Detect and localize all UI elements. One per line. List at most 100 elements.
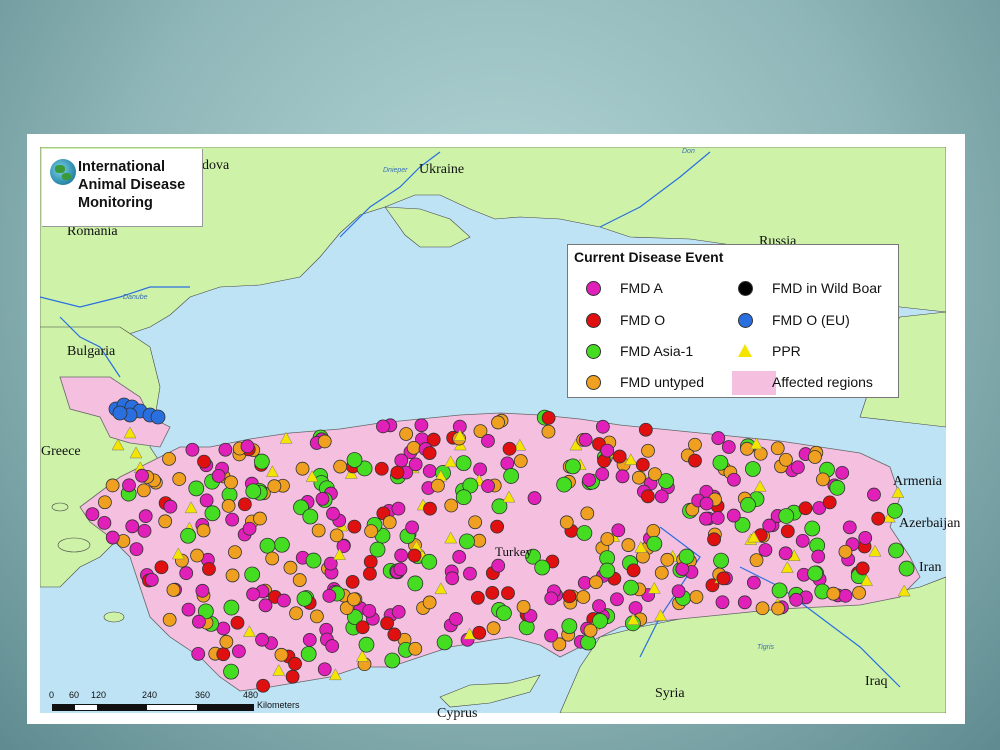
globe-icon bbox=[50, 159, 76, 185]
outbreak-marker bbox=[711, 431, 726, 445]
outbreak-marker bbox=[317, 434, 332, 449]
outbreak-marker bbox=[713, 552, 729, 569]
outbreak-marker bbox=[463, 566, 477, 581]
outbreak-marker bbox=[387, 627, 402, 642]
outbreak-marker bbox=[329, 528, 344, 543]
outbreak-marker bbox=[188, 480, 205, 497]
outbreak-marker bbox=[97, 516, 112, 530]
outbreak-marker bbox=[391, 604, 406, 619]
outbreak-marker bbox=[612, 449, 627, 464]
outbreak-marker bbox=[561, 618, 578, 635]
place-greece: Greece bbox=[41, 444, 81, 459]
outbreak-marker bbox=[163, 499, 178, 514]
outbreak-marker bbox=[516, 599, 531, 614]
outbreak-marker bbox=[559, 515, 574, 530]
outbreak-marker bbox=[422, 446, 437, 461]
outbreak-marker bbox=[347, 592, 361, 607]
outbreak-marker bbox=[288, 656, 302, 671]
outbreak-marker bbox=[660, 552, 675, 567]
outbreak-marker bbox=[347, 519, 362, 534]
outbreak-marker bbox=[422, 464, 437, 478]
outbreak-marker bbox=[363, 554, 378, 569]
scale-bar: 0 60 120 240 360 480 Kilometers bbox=[39, 690, 300, 712]
outbreak-marker bbox=[253, 511, 267, 526]
outbreak-marker bbox=[225, 568, 240, 583]
outbreak-marker bbox=[699, 496, 714, 511]
outbreak-marker bbox=[240, 439, 255, 454]
outbreak-marker bbox=[804, 520, 821, 537]
legend-label: FMD O (EU) bbox=[772, 312, 850, 328]
outbreak-marker bbox=[710, 511, 725, 525]
outbreak-marker bbox=[137, 524, 152, 538]
outbreak-marker bbox=[867, 487, 881, 502]
outbreak-marker bbox=[778, 508, 795, 524]
outbreak-marker bbox=[216, 647, 231, 662]
outbreak-marker bbox=[715, 595, 730, 610]
outbreak-marker bbox=[789, 592, 804, 607]
outbreak-marker bbox=[407, 548, 422, 563]
outbreak-marker bbox=[778, 546, 793, 561]
outbreak-marker bbox=[740, 496, 756, 513]
outbreak-marker bbox=[599, 562, 616, 579]
outbreak-marker bbox=[468, 515, 483, 530]
outbreak-marker bbox=[232, 644, 246, 659]
outbreak-marker bbox=[436, 634, 453, 651]
outbreak-marker bbox=[675, 562, 690, 576]
outbreak-marker bbox=[838, 588, 853, 603]
ppr-triangle-icon bbox=[738, 344, 752, 357]
logo-line-3: Monitoring bbox=[78, 195, 153, 211]
logo: International Animal Disease Monitoring bbox=[42, 149, 203, 227]
outbreak-marker bbox=[444, 498, 459, 513]
island bbox=[51, 502, 69, 512]
outbreak-marker bbox=[473, 462, 488, 477]
place-azerbaijan: Azerbaijan bbox=[899, 516, 961, 531]
outbreak-marker bbox=[595, 419, 610, 434]
outbreak-marker bbox=[326, 506, 340, 521]
outbreak-marker bbox=[180, 527, 196, 544]
outbreak-marker bbox=[244, 566, 261, 583]
outbreak-marker bbox=[721, 440, 736, 454]
outbreak-marker bbox=[274, 647, 289, 662]
outbreak-marker bbox=[481, 479, 495, 493]
outbreak-marker bbox=[322, 588, 337, 603]
outbreak-marker bbox=[202, 562, 216, 576]
outbreak-marker bbox=[716, 571, 731, 586]
outbreak-marker bbox=[211, 468, 226, 483]
logo-text: International Animal Disease Monitoring bbox=[78, 158, 185, 212]
outbreak-marker bbox=[237, 497, 252, 512]
logo-line-2: Animal Disease bbox=[78, 177, 186, 193]
outbreak-marker bbox=[455, 455, 472, 472]
outbreak-marker bbox=[490, 519, 505, 534]
outbreak-marker bbox=[580, 634, 597, 651]
outbreak-marker bbox=[406, 440, 421, 455]
outbreak-marker bbox=[500, 456, 515, 471]
outbreak-marker bbox=[576, 590, 591, 604]
outbreak-marker bbox=[346, 452, 363, 468]
outbreak-marker bbox=[364, 524, 379, 539]
outbreak-marker bbox=[582, 473, 596, 487]
outbreak-marker bbox=[707, 532, 721, 547]
outbreak-marker bbox=[610, 592, 624, 607]
outbreak-marker bbox=[822, 495, 837, 510]
island bbox=[103, 611, 125, 623]
outbreak-marker bbox=[485, 586, 500, 600]
outbreak-marker bbox=[129, 542, 144, 557]
outbreak-marker bbox=[712, 454, 729, 471]
outbreak-marker bbox=[185, 442, 200, 457]
place-moldova: dova bbox=[202, 158, 230, 173]
outbreak-marker bbox=[317, 662, 332, 677]
map-canvas bbox=[40, 147, 946, 713]
outbreak-marker bbox=[105, 530, 120, 545]
outbreak-marker bbox=[292, 573, 307, 587]
legend-label: FMD in Wild Boar bbox=[772, 280, 882, 296]
outbreak-marker bbox=[125, 519, 140, 534]
outbreak-marker bbox=[136, 483, 151, 498]
outbreak-marker bbox=[315, 491, 330, 506]
outbreak-marker bbox=[225, 512, 240, 527]
outbreak-marker bbox=[192, 614, 206, 629]
outbreak-marker bbox=[325, 639, 340, 653]
outbreak-marker bbox=[295, 461, 310, 476]
outbreak-marker bbox=[399, 427, 414, 441]
outbreak-marker bbox=[646, 535, 663, 552]
outbreak-marker bbox=[562, 589, 577, 604]
